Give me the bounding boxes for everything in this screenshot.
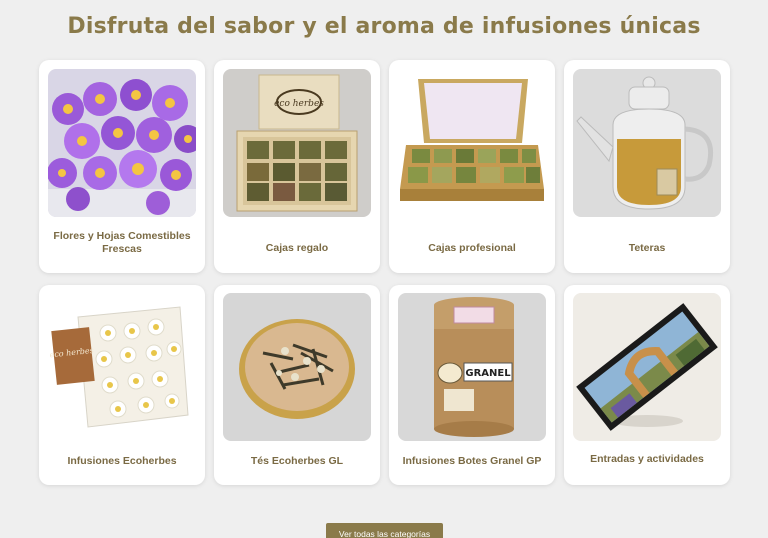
category-card-flores[interactable]: Flores y Hojas Comestibles Frescas: [39, 60, 205, 273]
view-all-categories-button[interactable]: Ver todas las categorías: [326, 523, 443, 538]
category-card-teteras[interactable]: Teteras: [564, 60, 730, 273]
category-label: Tés Ecoherbes GL: [250, 455, 344, 467]
category-label: Flores y Hojas Comestibles Frescas: [53, 230, 191, 255]
category-card-tes-ecoherbes-gl[interactable]: Tés Ecoherbes GL: [214, 285, 380, 485]
chamomile-bag-image: eco herbes: [48, 293, 196, 441]
category-label: Infusiones Ecoherbes: [67, 455, 177, 467]
category-card-infusiones-botes-granel-gp[interactable]: GRANEL Infusiones Botes Granel GP: [389, 285, 555, 485]
tea-plate-image: [223, 293, 371, 441]
category-label: Entradas y actividades: [590, 453, 704, 465]
category-card-infusiones-ecoherbes[interactable]: eco herbes Infusiones Ecoherbes: [39, 285, 205, 485]
professional-box-image: [398, 69, 546, 217]
category-card-entradas-actividades[interactable]: Entradas y actividades: [564, 285, 730, 485]
ticket-image: [573, 293, 721, 441]
category-label: Cajas profesional: [428, 242, 516, 254]
granel-text: GRANEL: [465, 368, 511, 379]
category-card-cajas-regalo[interactable]: eco herbes Cajas regalo: [214, 60, 380, 273]
category-label: Cajas regalo: [265, 242, 329, 254]
purple-flowers-image: [48, 69, 196, 217]
gift-box-image: eco herbes: [223, 69, 371, 217]
page-title: Disfruta del sabor y el aroma de infusio…: [67, 14, 701, 39]
logo-text: eco herbes: [274, 99, 324, 109]
teapot-image: [573, 69, 721, 217]
category-label: Infusiones Botes Granel GP: [402, 455, 542, 467]
granel-jar-image: GRANEL: [398, 293, 546, 441]
category-label: Teteras: [628, 242, 666, 254]
category-grid: Flores y Hojas Comestibles Frescas eco h…: [39, 60, 731, 485]
category-card-cajas-profesional[interactable]: Cajas profesional: [389, 60, 555, 273]
